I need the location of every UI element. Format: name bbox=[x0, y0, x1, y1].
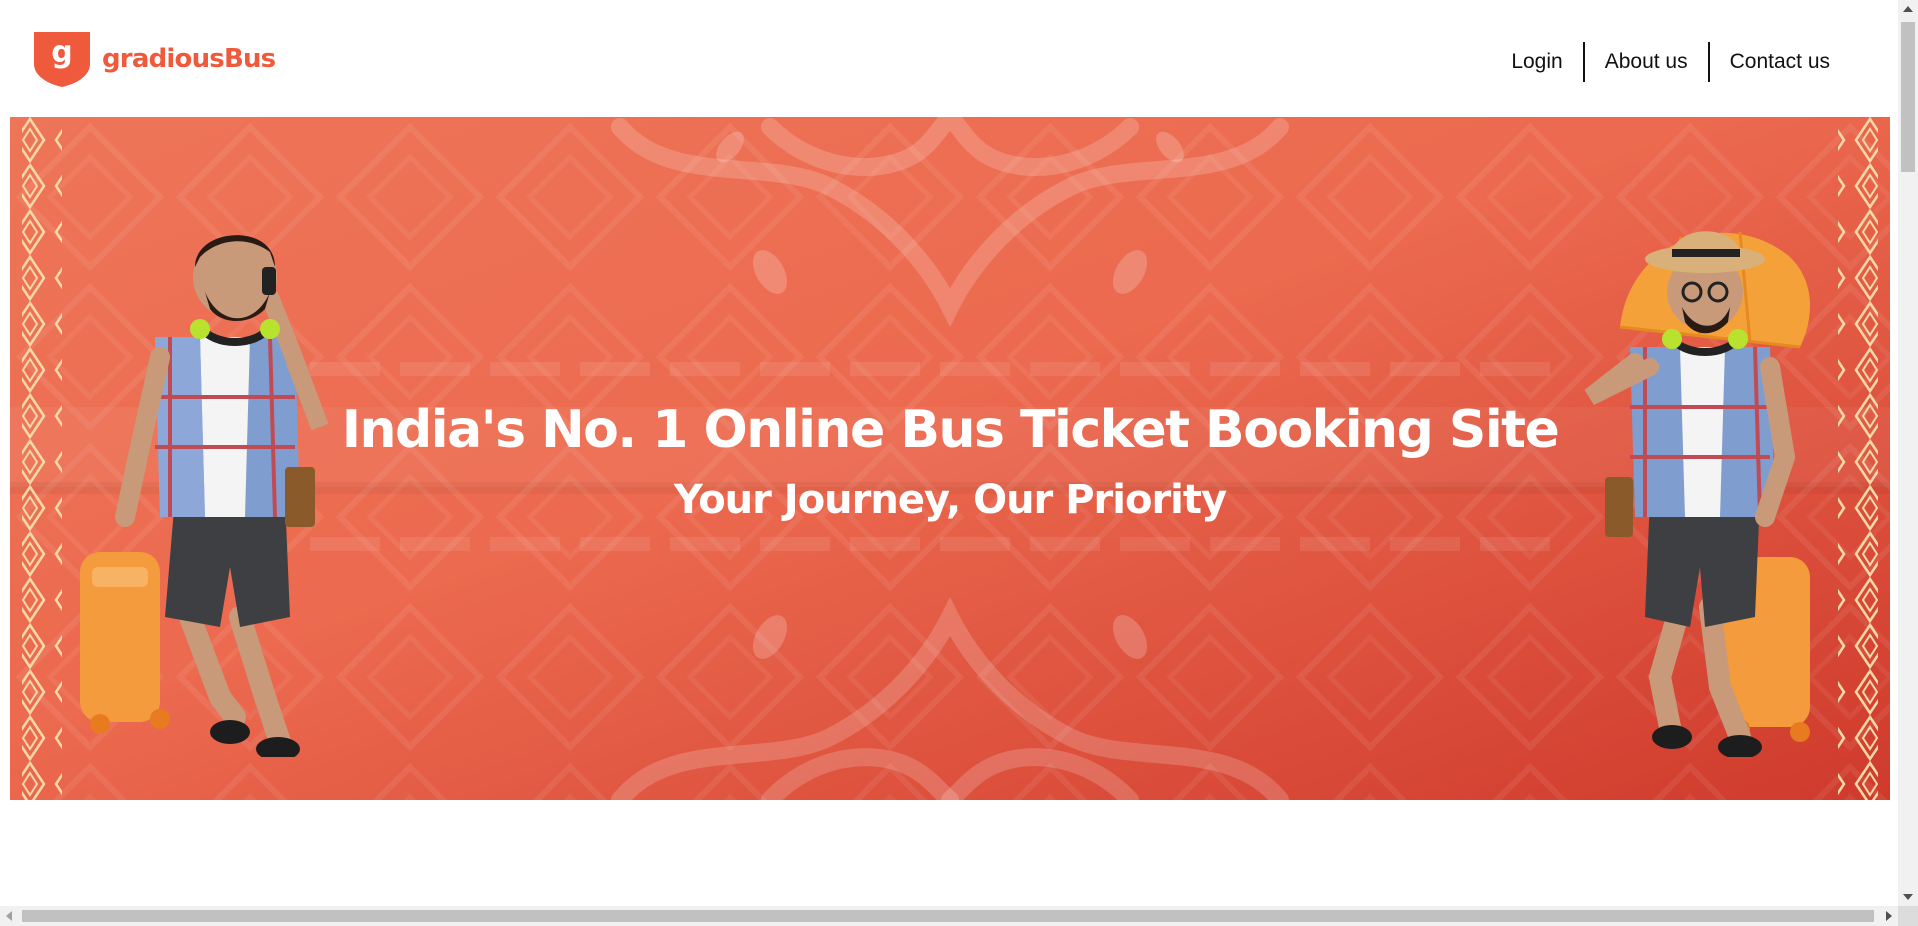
brand-name: gradiousBus bbox=[102, 44, 276, 74]
scroll-up-arrow-icon[interactable] bbox=[1903, 6, 1913, 12]
nav-login-link[interactable]: Login bbox=[1491, 42, 1582, 82]
svg-text:g: g bbox=[51, 35, 72, 70]
horizontal-scroll-thumb[interactable] bbox=[22, 910, 1874, 922]
nav-contact-link[interactable]: Contact us bbox=[1710, 42, 1850, 82]
scroll-left-arrow-icon[interactable] bbox=[6, 911, 12, 921]
vertical-scroll-thumb[interactable] bbox=[1901, 22, 1915, 172]
nav-about-link[interactable]: About us bbox=[1585, 42, 1708, 82]
logo-shield-icon: g bbox=[34, 32, 90, 87]
horizontal-scrollbar[interactable] bbox=[0, 906, 1898, 926]
vertical-scrollbar[interactable] bbox=[1898, 0, 1918, 906]
brand-logo[interactable]: g gradiousBus bbox=[32, 30, 276, 88]
scroll-down-arrow-icon[interactable] bbox=[1903, 894, 1913, 900]
scrollbar-corner bbox=[1898, 906, 1918, 926]
page: g gradiousBus Login About us Contact us bbox=[0, 0, 1898, 906]
scroll-right-arrow-icon[interactable] bbox=[1886, 911, 1892, 921]
hero-subtitle: Your Journey, Our Priority bbox=[673, 477, 1227, 523]
hero-title: India's No. 1 Online Bus Ticket Booking … bbox=[341, 400, 1560, 460]
hero-banner: India's No. 1 Online Bus Ticket Booking … bbox=[10, 117, 1890, 800]
site-header: g gradiousBus Login About us Contact us bbox=[0, 0, 1898, 116]
main-nav: Login About us Contact us bbox=[1491, 42, 1850, 82]
